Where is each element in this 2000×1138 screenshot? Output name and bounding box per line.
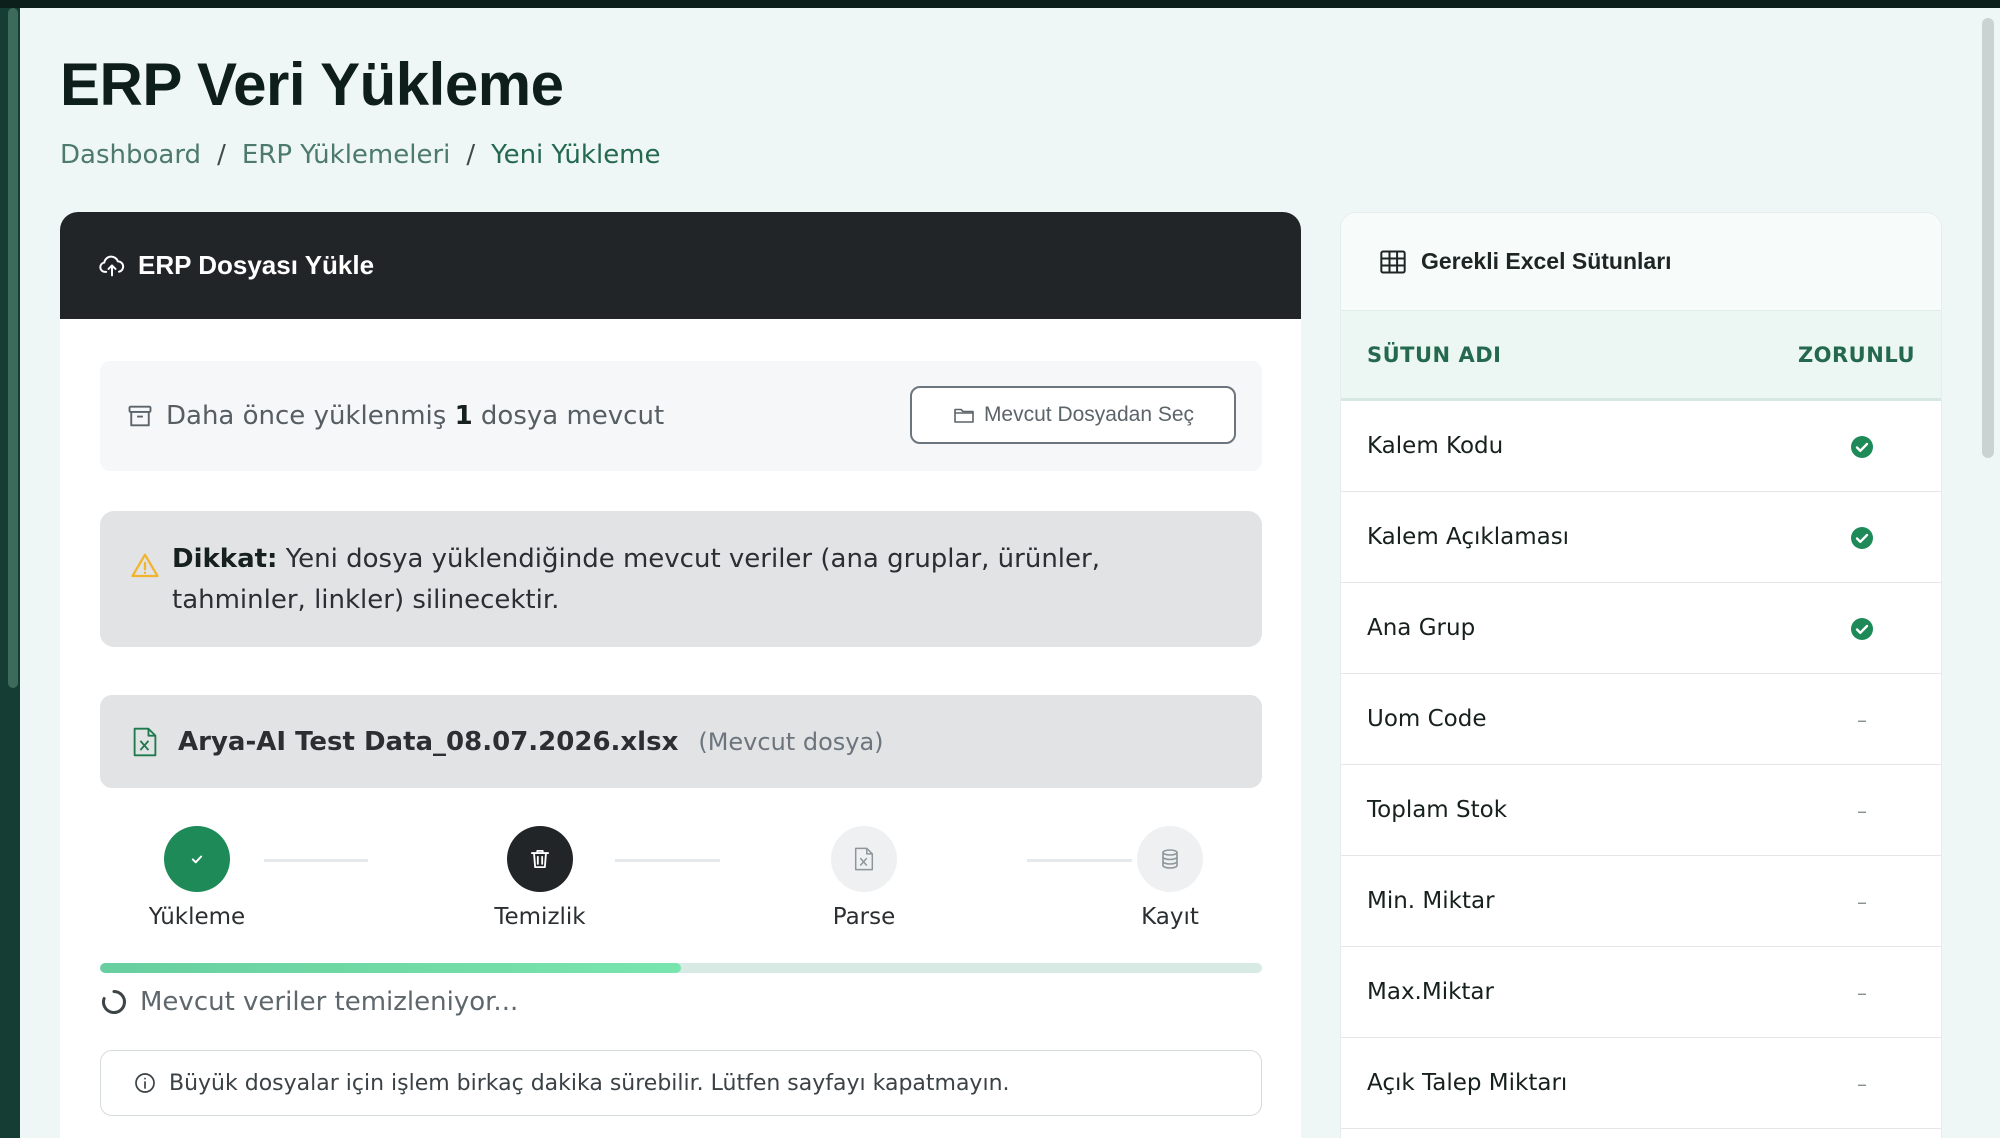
breadcrumb: Dashboard / ERP Yüklemeleri / Yeni Yükle… [60, 140, 661, 170]
select-existing-file-label: Mevcut Dosyadan Seç [983, 403, 1195, 426]
progress-bar [100, 963, 1262, 973]
table-row: Min. Miktar – [1341, 856, 1941, 947]
breadcrumb-erp-uploads[interactable]: ERP Yüklemeleri [242, 140, 451, 170]
existing-files-bar: Daha önce yüklenmiş 1 dosya mevcut Mevcu… [100, 361, 1262, 471]
column-name: Toplam Stok [1367, 797, 1508, 823]
table-row: Açık Talep Miktarı – [1341, 1038, 1941, 1129]
check-circle-icon [1849, 583, 1875, 674]
step-connector [264, 859, 368, 862]
step-parse: Parse [804, 826, 924, 930]
check-icon [191, 855, 203, 864]
left-rail-thumb[interactable] [8, 8, 18, 688]
check-circle-icon [1849, 401, 1875, 492]
page-title: ERP Veri Yükleme [60, 51, 564, 118]
warning-text: Yeni dosya yüklendiğinde mevcut veriler … [172, 544, 1100, 615]
not-required-dash: – [1849, 765, 1875, 856]
column-name: Açık Talep Miktarı [1367, 1070, 1568, 1096]
select-existing-file-button[interactable]: Mevcut Dosyadan Seç [910, 386, 1236, 444]
table-row: Kalem Kodu [1341, 401, 1941, 492]
upload-card: ERP Dosyası Yükle Daha önce yüklenmiş 1 … [60, 212, 1301, 1138]
step-upload-label: Yükleme [148, 904, 246, 930]
step-cleanup-label: Temizlik [494, 904, 586, 930]
check-circle-icon [1849, 492, 1875, 583]
column-header-name: SÜTUN ADI [1367, 342, 1502, 367]
not-required-dash: – [1849, 856, 1875, 947]
required-columns-title: Gerekli Excel Sütunları [1421, 248, 1672, 274]
trash-icon [530, 849, 550, 869]
file-note: (Mevcut dosya) [698, 727, 884, 756]
columns-table-header: SÜTUN ADI ZORUNLU [1341, 311, 1941, 401]
column-header-required: ZORUNLU [1797, 342, 1915, 367]
archive-icon [128, 405, 152, 427]
page-scrollbar[interactable] [1976, 8, 2000, 1138]
spinner-icon [102, 989, 126, 1014]
step-connector [615, 859, 720, 862]
dash-text: – [1857, 1071, 1867, 1096]
dash-text: – [1857, 980, 1867, 1005]
upload-card-title: ERP Dosyası Yükle [138, 250, 375, 280]
columns-table-body: Kalem Kodu Kalem Açıklaması Ana Grup Uom Co… [1341, 401, 1941, 1129]
table-row: Ana Grup [1341, 583, 1941, 674]
step-save-circle [1137, 826, 1203, 892]
status-text: Mevcut veriler temizleniyor... [140, 987, 519, 1017]
step-cleanup-circle [507, 826, 573, 892]
status-line: Mevcut veriler temizleniyor... [100, 987, 518, 1017]
breadcrumb-separator: / [217, 140, 226, 170]
step-save: Kayıt [1120, 826, 1220, 930]
existing-prefix: Daha önce yüklenmiş [166, 401, 447, 431]
required-columns-header: Gerekli Excel Sütunları [1341, 213, 1941, 311]
required-columns-panel: Gerekli Excel Sütunları SÜTUN ADI ZORUNL… [1340, 212, 1942, 1138]
breadcrumb-current: Yeni Yükleme [491, 140, 661, 170]
table-icon [1380, 250, 1406, 273]
warning-label: Dikkat: [172, 544, 278, 574]
progress-fill [100, 963, 681, 973]
column-name: Min. Miktar [1367, 888, 1495, 914]
step-cleanup: Temizlik [480, 826, 600, 930]
dash-text: – [1857, 889, 1867, 914]
file-name: Arya-AI Test Data_08.07.2026.xlsx [178, 726, 679, 757]
upload-card-header: ERP Dosyası Yükle [60, 212, 1301, 319]
excel-file-icon [133, 727, 157, 756]
column-name: Ana Grup [1367, 615, 1476, 641]
step-upload: Yükleme [130, 826, 264, 930]
column-name: Uom Code [1367, 706, 1487, 732]
excel-file-icon [854, 847, 874, 871]
top-bar [0, 0, 2000, 8]
breadcrumb-separator: / [466, 140, 476, 170]
folder-icon [954, 408, 974, 423]
column-name: Max.Miktar [1367, 979, 1494, 1005]
page: ERP Veri Yükleme Dashboard / ERP Yükleme… [20, 8, 2000, 1138]
existing-files-text: Daha önce yüklenmiş 1 dosya mevcut [166, 401, 664, 431]
warning-icon [131, 553, 159, 578]
table-row: Toplam Stok – [1341, 765, 1941, 856]
existing-suffix: dosya mevcut [480, 401, 665, 431]
not-required-dash: – [1849, 947, 1875, 1038]
step-connector [1027, 859, 1132, 862]
table-row: Uom Code – [1341, 674, 1941, 765]
not-required-dash: – [1849, 1038, 1875, 1129]
step-parse-label: Parse [832, 904, 896, 930]
step-parse-circle [831, 826, 897, 892]
info-note: Büyük dosyalar için işlem birkaç dakika … [100, 1050, 1262, 1116]
selected-file-box: Arya-AI Test Data_08.07.2026.xlsx (Mevcu… [100, 695, 1262, 788]
column-name: Kalem Kodu [1367, 433, 1504, 459]
left-rail [0, 8, 20, 1138]
cloud-upload-icon [99, 255, 125, 276]
table-row: Max.Miktar – [1341, 947, 1941, 1038]
dash-text: – [1857, 798, 1867, 823]
info-icon [135, 1073, 155, 1093]
breadcrumb-dashboard[interactable]: Dashboard [60, 140, 201, 170]
step-upload-circle [164, 826, 230, 892]
not-required-dash: – [1849, 674, 1875, 765]
table-row: Kalem Açıklaması [1341, 492, 1941, 583]
step-save-label: Kayıt [1141, 904, 1199, 930]
scrollbar-thumb[interactable] [1982, 18, 1994, 458]
database-icon [1162, 849, 1178, 869]
column-name: Kalem Açıklaması [1367, 524, 1570, 550]
dash-text: – [1857, 707, 1867, 732]
warning-alert: Dikkat: Yeni dosya yüklendiğinde mevcut … [100, 511, 1262, 647]
existing-count: 1 [454, 401, 473, 431]
info-text: Büyük dosyalar için işlem birkaç dakika … [169, 1070, 1010, 1096]
